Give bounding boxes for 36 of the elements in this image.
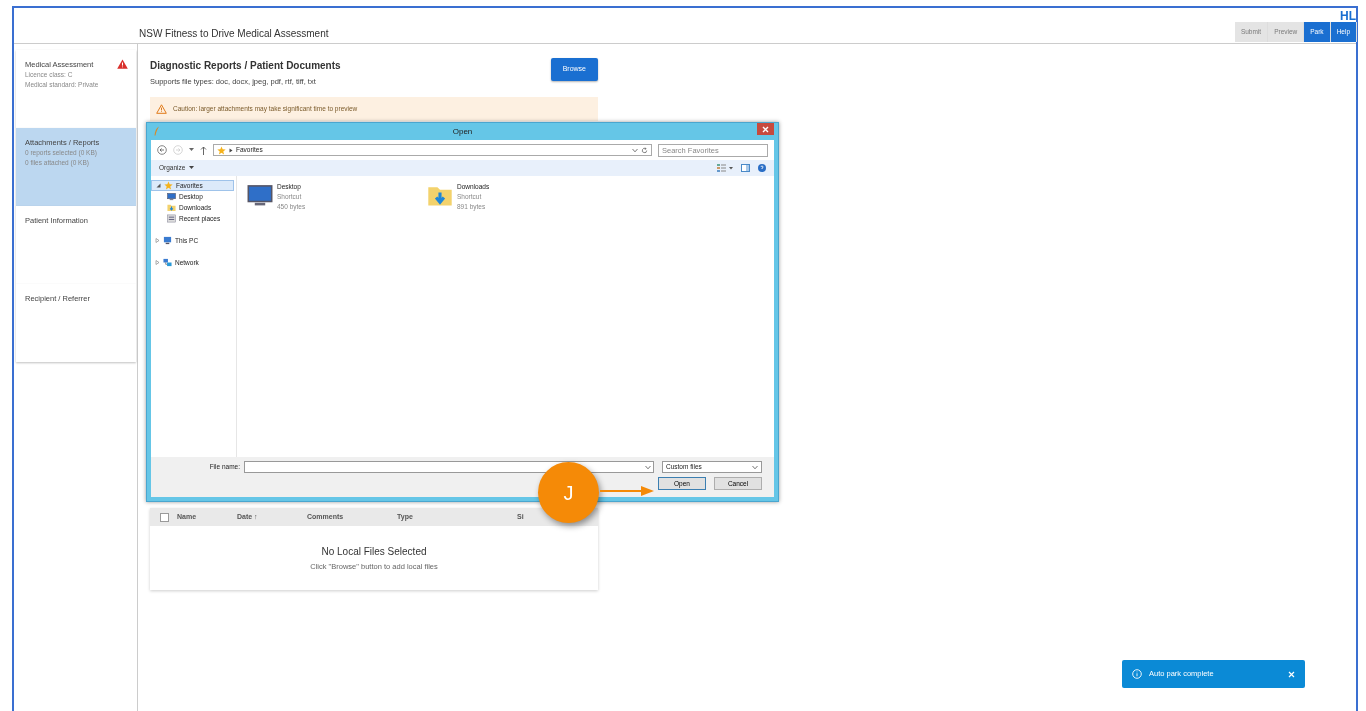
network-icon	[163, 258, 172, 267]
computer-icon	[163, 236, 172, 245]
folder-icon	[167, 203, 176, 212]
feather-icon	[153, 126, 161, 136]
file-name-field[interactable]	[244, 461, 654, 473]
expand-icon[interactable]	[156, 183, 161, 188]
help-icon[interactable]	[758, 164, 766, 172]
up-icon[interactable]	[200, 145, 207, 155]
pointer-arrow	[600, 485, 654, 497]
monitor-icon	[247, 182, 273, 208]
caret-icon	[189, 166, 195, 170]
empty-title: No Local Files Selected	[321, 544, 427, 559]
star-icon	[164, 181, 173, 190]
refresh-icon[interactable]	[641, 146, 648, 154]
chevron-icon	[229, 147, 233, 153]
close-button[interactable]	[757, 123, 774, 135]
dropdown-icon[interactable]	[632, 147, 638, 153]
close-icon	[762, 125, 769, 133]
warning-icon	[156, 104, 167, 115]
select-all-checkbox[interactable]	[160, 512, 169, 522]
dialog-title: Open	[452, 125, 473, 138]
back-icon[interactable]	[157, 145, 167, 155]
info-icon	[1132, 669, 1142, 679]
dropdown-icon[interactable]	[189, 148, 194, 152]
logo: HL	[1340, 8, 1356, 25]
star-icon	[217, 145, 226, 155]
monitor-icon	[167, 192, 176, 201]
preview-pane-icon[interactable]	[741, 164, 750, 172]
dropdown-icon	[752, 464, 758, 470]
close-button[interactable]	[1288, 670, 1295, 678]
app-title: NSW Fitness to Drive Medical Assessment	[139, 27, 329, 41]
section-heading: Diagnostic Reports / Patient Documents	[150, 59, 341, 73]
close-icon	[1288, 670, 1295, 678]
list-icon	[167, 214, 176, 223]
dropdown-icon	[645, 464, 651, 470]
view-options-icon[interactable]	[717, 164, 733, 172]
